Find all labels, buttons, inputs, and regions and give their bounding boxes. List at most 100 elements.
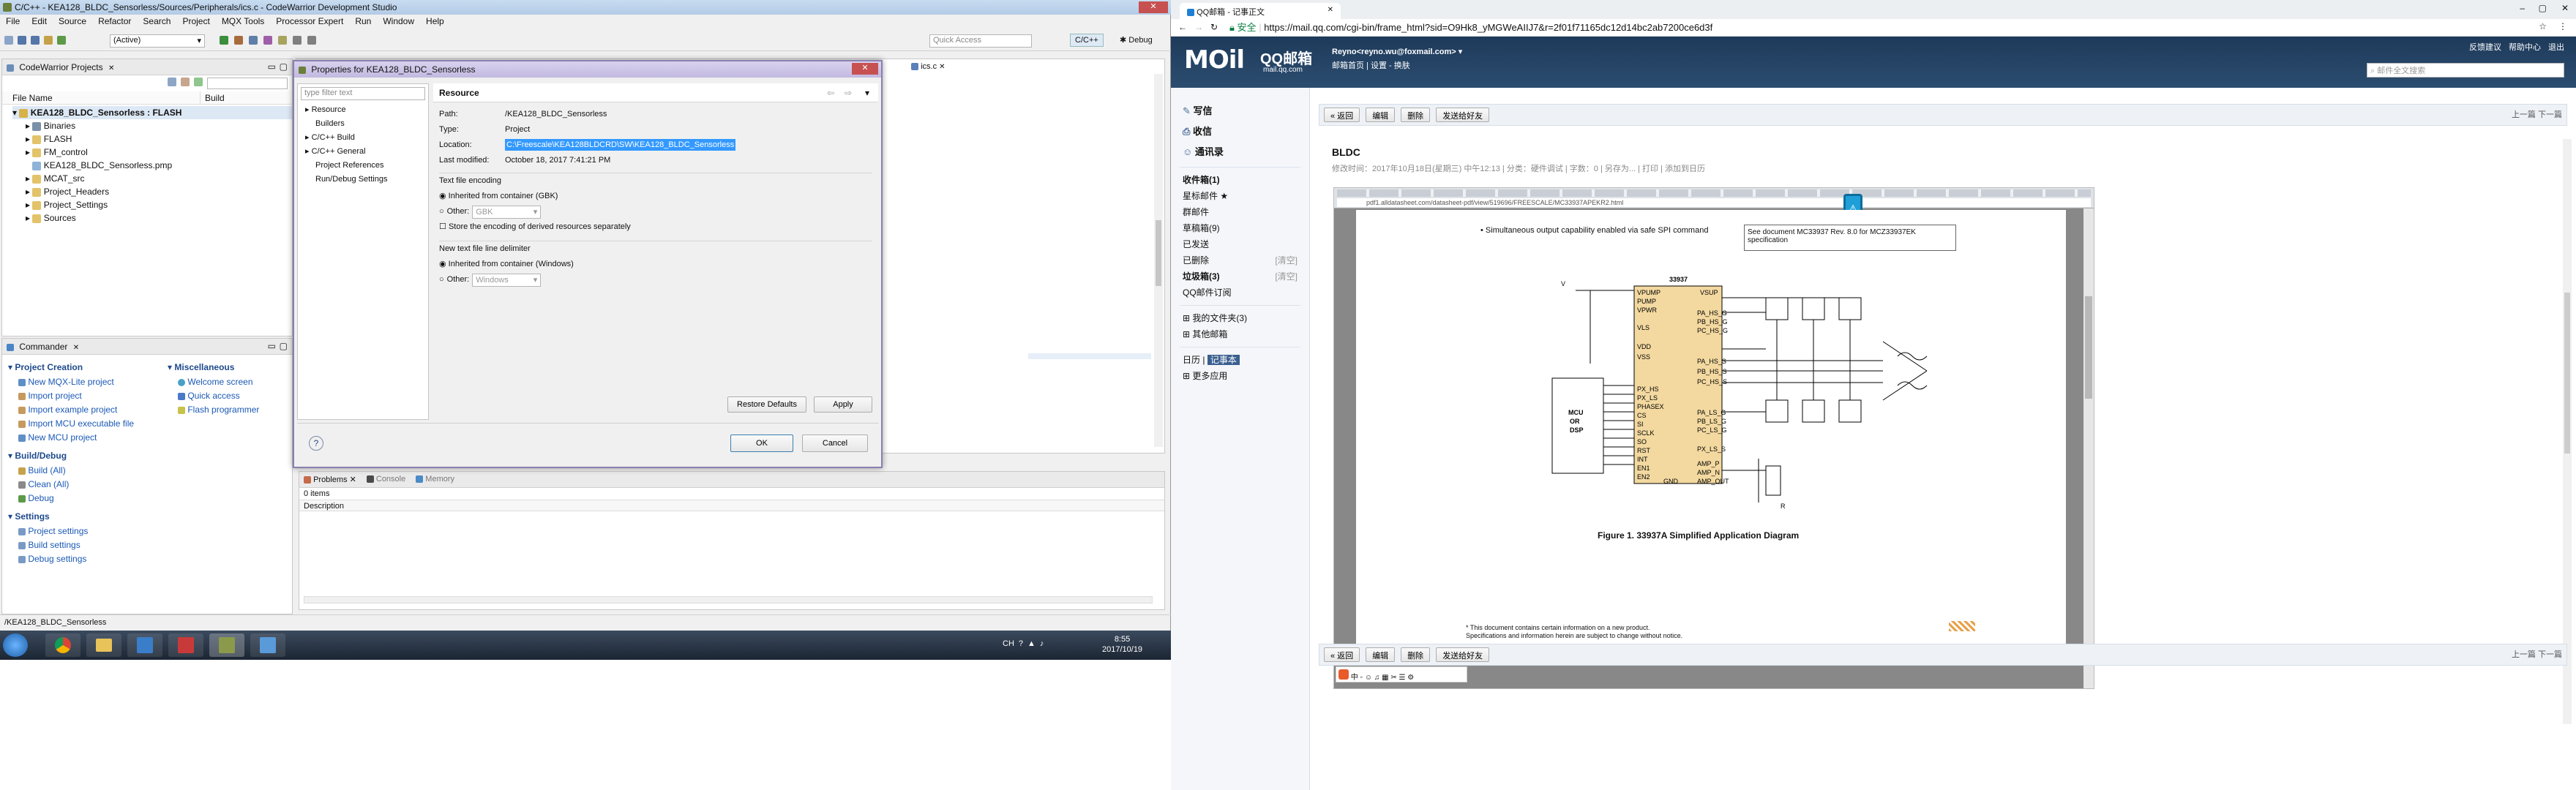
tool-icon[interactable] [278, 36, 287, 45]
tree-item-binaries[interactable]: ▸ Binaries [26, 119, 292, 132]
menu-processor-expert[interactable]: Processor Expert [276, 16, 343, 29]
clock[interactable]: 8:55 2017/10/19 [1102, 634, 1142, 655]
prev-next-links[interactable]: 上一篇 下一篇 [2512, 647, 2562, 662]
encoding-inherited-radio[interactable]: ◉ Inherited from container (GBK) [439, 189, 872, 204]
commander-import-mcu-exe[interactable]: Import MCU executable file [18, 417, 162, 431]
calendar-link[interactable]: 日历 [1183, 355, 1200, 365]
more-apps[interactable]: ⊞ 更多应用 [1183, 368, 1298, 384]
commander-flash-programmer[interactable]: Flash programmer [178, 403, 285, 417]
maximize-button[interactable]: ▢ [2539, 3, 2547, 13]
apply-button[interactable]: Apply [814, 396, 872, 413]
taskbar-codewarrior[interactable] [209, 633, 244, 657]
launch-config-combo[interactable]: (Active) ▾ [110, 34, 205, 48]
menu-mqx-tools[interactable]: MQX Tools [222, 16, 264, 29]
menu-refactor[interactable]: Refactor [98, 16, 131, 29]
commander-import-example[interactable]: Import example project [18, 403, 162, 417]
nav-resource[interactable]: ▸ Resource [305, 103, 428, 117]
menu-file[interactable]: File [6, 16, 20, 29]
taskbar-chrome[interactable] [45, 633, 80, 657]
delete-button[interactable]: 删除 [1401, 647, 1431, 662]
star-icon[interactable]: ☆ [2539, 21, 2547, 31]
menu-search[interactable]: Search [143, 16, 171, 29]
browser-menu-icon[interactable]: ⋮ [2558, 21, 2567, 31]
volume-icon[interactable]: ♪ [1040, 639, 1044, 648]
menu-window[interactable]: Window [383, 16, 414, 29]
browser-tab[interactable]: QQ邮箱 - 记事正文 ✕ [1180, 3, 1341, 19]
filter-icon[interactable] [194, 78, 203, 86]
tree-item-fm-control[interactable]: ▸ FM_control [26, 146, 292, 159]
close-icon[interactable]: ✕ [350, 475, 356, 484]
folder-inbox[interactable]: 收件箱(1) [1183, 172, 1298, 188]
forward-button[interactable]: 发送给好友 [1436, 108, 1490, 122]
commander-quick-access[interactable]: Quick access [178, 389, 285, 403]
quick-access-input[interactable]: Quick Access [929, 34, 1032, 48]
write-button[interactable]: ✎ 写信 [1183, 101, 1298, 121]
commander-debug[interactable]: Debug [18, 492, 162, 505]
close-icon[interactable]: ✕ [73, 344, 79, 352]
tree-item-project-settings[interactable]: ▸ Project_Settings [26, 198, 292, 211]
edit-button[interactable]: 编辑 [1366, 647, 1396, 662]
language-indicator[interactable]: CH [1003, 639, 1014, 648]
column-build[interactable]: Build [200, 91, 225, 104]
commander-build-settings[interactable]: Build settings [18, 538, 162, 552]
forward-icon[interactable]: → [1194, 22, 1203, 32]
folder-group[interactable]: 群邮件 [1183, 204, 1298, 220]
forward-icon[interactable] [307, 36, 316, 45]
location-value[interactable]: C:\Freescale\KEA128BLDCRD\SW\KEA128_BLDC… [505, 139, 736, 151]
folder-deleted[interactable]: 已删除 [清空] [1183, 252, 1298, 268]
commander-new-mqx-lite[interactable]: New MQX-Lite project [18, 375, 162, 389]
mail-user[interactable]: Reyno<reyno.wu@foxmail.com> ▾ [1332, 47, 1462, 56]
delimiter-inherited-radio[interactable]: ◉ Inherited from container (Windows) [439, 257, 872, 272]
debug-icon[interactable] [57, 36, 66, 45]
perspective-cpp[interactable]: C/C++ [1070, 34, 1104, 47]
delimiter-other-radio[interactable]: ○ Other: Windows ▾ [439, 272, 872, 287]
notes-link[interactable]: 记事本 [1207, 355, 1240, 365]
problems-column-description[interactable]: Description [299, 500, 1164, 511]
content-scrollbar[interactable] [2563, 139, 2572, 724]
column-file-name[interactable]: File Name [2, 91, 200, 104]
save-icon[interactable] [18, 36, 26, 45]
taskbar-wps[interactable] [127, 633, 162, 657]
folder-spam[interactable]: 垃圾箱(3) [清空] [1183, 268, 1298, 285]
store-encoding-checkbox[interactable]: ☐ Store the encoding of derived resource… [439, 219, 872, 235]
forward-button[interactable]: 发送给好友 [1436, 647, 1490, 662]
commander-import-project[interactable]: Import project [18, 389, 162, 403]
maximize-icon[interactable]: ▢ [280, 341, 288, 351]
restore-defaults-button[interactable]: Restore Defaults [727, 396, 806, 413]
folder-subscriptions[interactable]: QQ邮件订阅 [1183, 285, 1298, 301]
folder-starred[interactable]: 星标邮件 ★ [1183, 188, 1298, 204]
new-icon[interactable] [4, 36, 13, 45]
prev-next-links[interactable]: 上一篇 下一篇 [2512, 108, 2562, 122]
nav-cpp-build[interactable]: ▸ C/C++ Build [305, 131, 428, 145]
encoding-other-radio[interactable]: ○ Other: GBK ▾ [439, 204, 872, 219]
menu-icon[interactable]: ▾ [865, 88, 869, 98]
taskbar-app[interactable] [250, 633, 285, 657]
taskbar-pdf[interactable] [168, 633, 203, 657]
ok-button[interactable]: OK [730, 434, 793, 452]
editor-scrollbar[interactable] [1154, 74, 1163, 447]
tab-problems[interactable]: Problems ✕ [304, 475, 356, 484]
menu-project[interactable]: Project [182, 16, 209, 29]
mail-nav-links[interactable]: 邮箱首页 | 设置 - 换肤 [1332, 59, 1462, 71]
minimize-button[interactable]: – [2520, 3, 2525, 13]
edit-button[interactable]: 编辑 [1366, 108, 1396, 122]
other-mailboxes[interactable]: ⊞ 其他邮箱 [1183, 326, 1298, 342]
reload-icon[interactable]: ↻ [1210, 22, 1218, 32]
project-root[interactable]: ▾ KEA128_BLDC_Sensorless : FLASH [12, 106, 292, 119]
clear-deleted-link[interactable]: [清空] [1275, 252, 1298, 268]
mail-search-input[interactable]: ⌕ 邮件全文搜索 [2367, 63, 2564, 78]
tree-item-mcat-src[interactable]: ▸ MCAT_src [26, 172, 292, 185]
collapse-all-icon[interactable] [168, 78, 176, 86]
tool-icon[interactable] [249, 36, 258, 45]
link-logout[interactable]: 退出 [2548, 41, 2564, 53]
nav-project-references[interactable]: Project References [305, 159, 428, 173]
tool-icon[interactable] [234, 36, 243, 45]
address-bar[interactable]: 🔒︎ 安全 | https://mail.qq.com/cgi-bin/fram… [1229, 20, 2517, 35]
tool-icon[interactable] [263, 36, 272, 45]
editor-tab-ics[interactable]: ics.c ✕ [911, 62, 946, 71]
my-folders[interactable]: ⊞ 我的文件夹(3) [1183, 310, 1298, 326]
section-miscellaneous[interactable]: ▾ Miscellaneous [168, 362, 285, 375]
nav-forward-icon[interactable]: ⇨ [845, 88, 852, 98]
cancel-button[interactable]: Cancel [802, 434, 868, 452]
delete-button[interactable]: 删除 [1401, 108, 1431, 122]
